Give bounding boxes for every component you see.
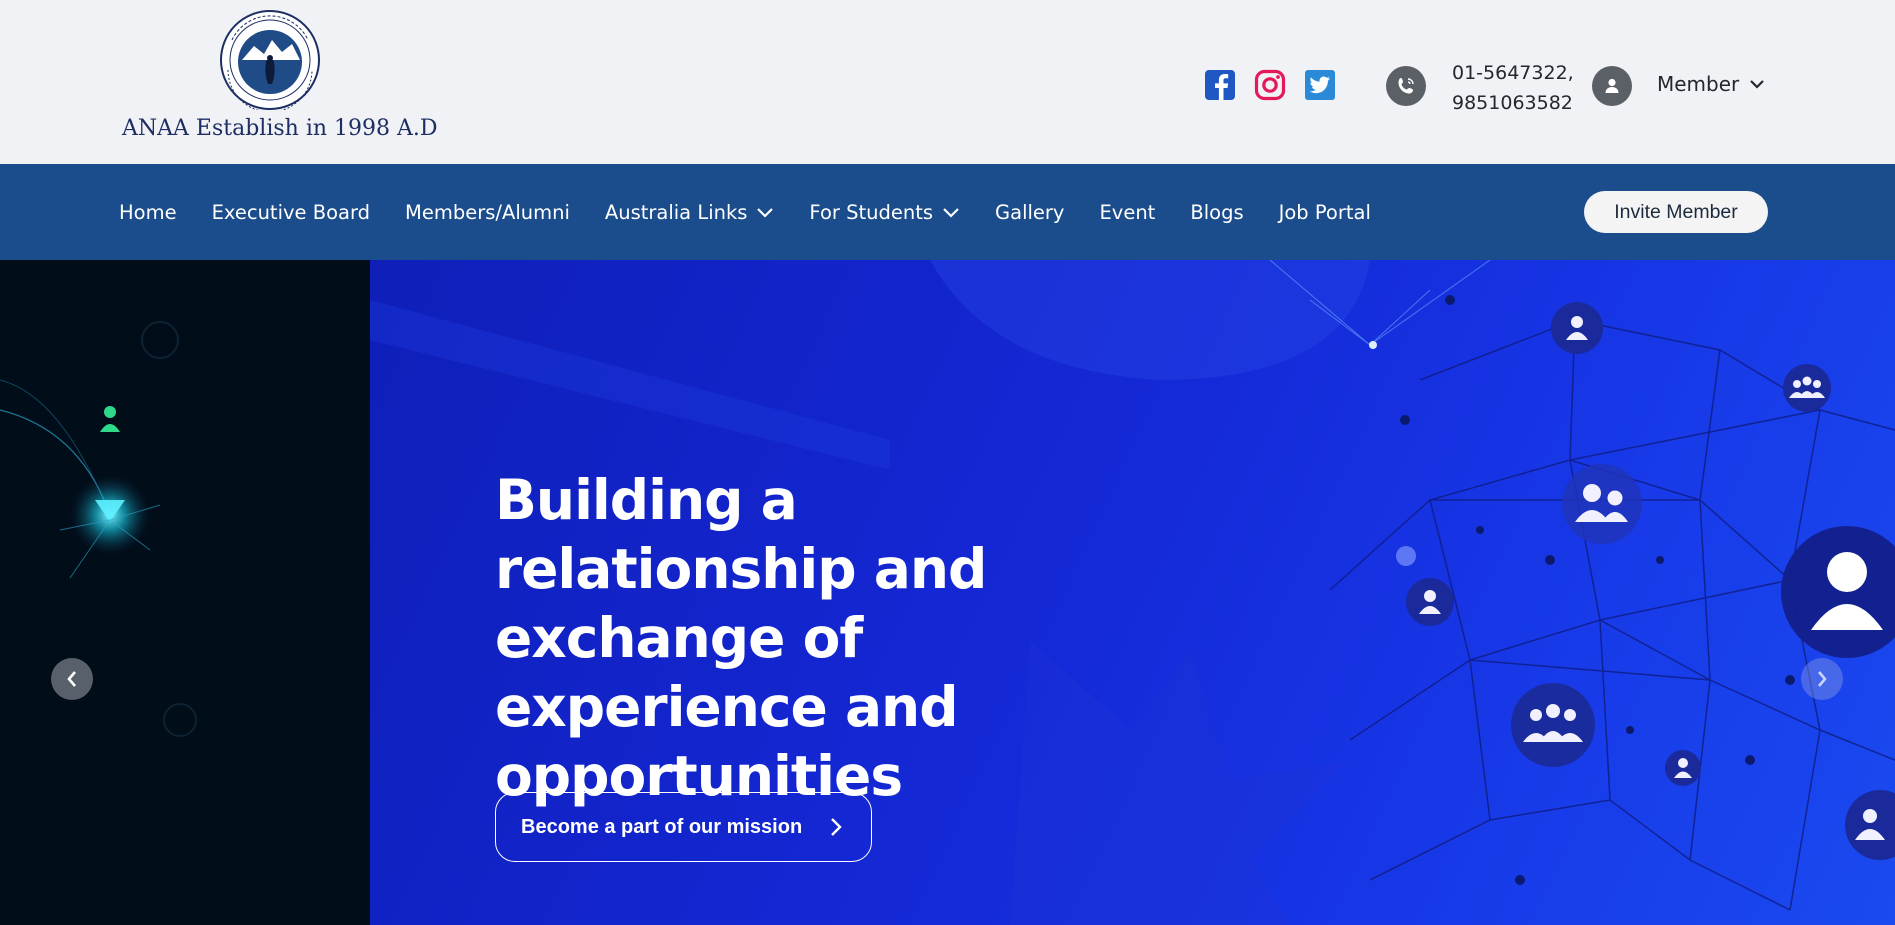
network-glow-illustration bbox=[0, 321, 197, 737]
member-dropdown[interactable]: Member bbox=[1657, 72, 1765, 96]
nav-item-for-students[interactable]: For Students bbox=[809, 201, 960, 224]
nav-item-members-alumni[interactable]: Members/Alumni bbox=[405, 201, 570, 224]
phone-numbers: 01-5647322, 9851063582 bbox=[1452, 58, 1574, 118]
chevron-down-icon bbox=[1750, 80, 1765, 89]
instagram-icon[interactable] bbox=[1253, 68, 1287, 102]
phone-number-2: 9851063582 bbox=[1452, 92, 1573, 114]
carousel-prev-button[interactable] bbox=[51, 658, 93, 700]
site-logo[interactable]: ANAA Establish in 1998 A.D bbox=[120, 10, 438, 150]
phone-icon bbox=[1386, 66, 1426, 106]
facebook-icon[interactable] bbox=[1203, 68, 1237, 102]
twitter-icon[interactable] bbox=[1303, 68, 1337, 102]
nav-item-executive-board[interactable]: Executive Board bbox=[212, 201, 370, 224]
nav-item-gallery[interactable]: Gallery bbox=[995, 201, 1064, 224]
hero-title: Building a relationship and exchange of … bbox=[495, 468, 987, 808]
mission-cta-button[interactable]: Become a part of our mission bbox=[495, 792, 872, 862]
logo-emblem-icon bbox=[220, 10, 320, 110]
nav-menu: Home Executive Board Members/Alumni Aust… bbox=[119, 164, 1406, 260]
social-links bbox=[1203, 68, 1337, 102]
user-avatar-icon[interactable] bbox=[1592, 66, 1632, 106]
chevron-right-icon bbox=[1818, 671, 1827, 687]
chevron-down-icon bbox=[943, 207, 959, 218]
nav-item-blogs[interactable]: Blogs bbox=[1190, 201, 1243, 224]
member-label: Member bbox=[1657, 72, 1740, 96]
chevron-right-icon bbox=[831, 818, 842, 836]
hero-carousel: Building a relationship and exchange of … bbox=[0, 260, 1895, 925]
previous-slide-preview bbox=[0, 260, 370, 925]
nav-item-home[interactable]: Home bbox=[119, 201, 177, 224]
nav-item-australia-links[interactable]: Australia Links bbox=[605, 201, 775, 224]
logo-tagline: ANAA Establish in 1998 A.D bbox=[122, 116, 438, 141]
chevron-down-icon bbox=[757, 207, 774, 218]
chevron-left-icon bbox=[67, 671, 76, 687]
top-header: ANAA Establish in 1998 A.D 01-5647322, 9… bbox=[0, 0, 1895, 164]
invite-member-button[interactable]: Invite Member bbox=[1584, 191, 1768, 233]
nav-item-event[interactable]: Event bbox=[1099, 201, 1155, 224]
carousel-next-button[interactable] bbox=[1801, 658, 1843, 700]
phone-number-1: 01-5647322, bbox=[1452, 62, 1574, 84]
mission-cta-label: Become a part of our mission bbox=[521, 815, 803, 838]
nav-item-job-portal[interactable]: Job Portal bbox=[1279, 201, 1371, 224]
main-navigation: Home Executive Board Members/Alumni Aust… bbox=[0, 164, 1895, 260]
